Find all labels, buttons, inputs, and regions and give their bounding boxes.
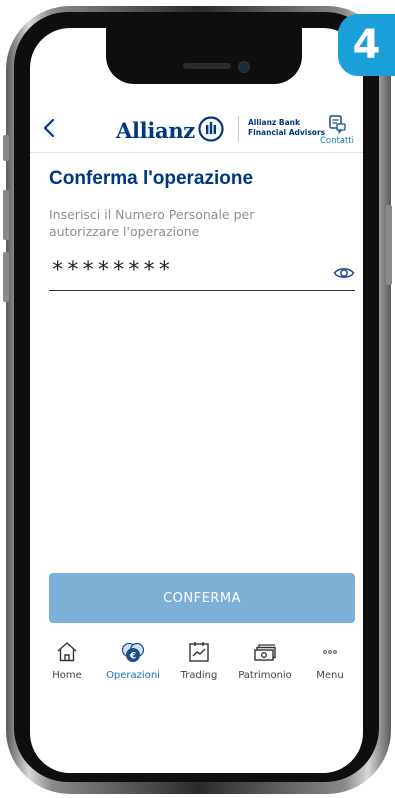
svg-text:€: € xyxy=(129,652,136,662)
wealth-icon xyxy=(254,644,276,661)
sub-brand-line2: Financial Advisors xyxy=(248,128,326,137)
tab-operazioni[interactable]: € Operazioni xyxy=(100,640,166,681)
phone-camera xyxy=(238,61,250,73)
phone-speaker xyxy=(183,63,231,69)
phone-mute-switch xyxy=(3,135,9,161)
contact-label: Contatti xyxy=(319,136,355,146)
tab-label-menu: Menu xyxy=(316,670,344,681)
chat-icon xyxy=(329,115,346,134)
tab-label-home: Home xyxy=(52,670,82,681)
tab-trading[interactable]: Trading xyxy=(166,640,232,681)
app-header: Allianz Allianz Bank Financial Advisors … xyxy=(30,108,363,153)
password-value: ******** xyxy=(51,258,173,283)
confirm-button[interactable]: CONFERMA xyxy=(49,573,355,623)
tab-label-patrimonio: Patrimonio xyxy=(238,670,292,681)
phone-power-button xyxy=(386,205,392,285)
allianz-logo-icon xyxy=(198,116,224,142)
brand-name: Allianz xyxy=(116,118,195,143)
sub-brand: Allianz Bank Financial Advisors xyxy=(248,118,325,138)
back-arrow-icon[interactable] xyxy=(38,116,62,140)
phone-volume-up xyxy=(3,190,9,240)
bottom-tab-bar: Home € Operazioni Trading Patrimonio Men… xyxy=(30,640,363,690)
operations-icon: € xyxy=(121,642,145,662)
tab-patrimonio[interactable]: Patrimonio xyxy=(232,640,298,681)
sub-brand-line1: Allianz Bank xyxy=(248,118,300,127)
contact-button[interactable]: Contatti xyxy=(317,114,357,146)
home-icon xyxy=(57,642,77,662)
tab-label-operazioni: Operazioni xyxy=(106,670,160,681)
phone-volume-down xyxy=(3,252,9,302)
header-divider xyxy=(238,116,239,142)
tab-label-trading: Trading xyxy=(180,670,218,681)
page-title: Conferma l'operazione xyxy=(49,168,254,189)
trading-icon xyxy=(189,642,209,662)
instruction-text: Inserisci il Numero Personale per autori… xyxy=(49,207,255,239)
more-icon xyxy=(323,650,337,654)
eye-icon[interactable] xyxy=(333,262,355,284)
phone-notch xyxy=(106,28,302,84)
tab-menu[interactable]: Menu xyxy=(297,640,363,681)
tab-home[interactable]: Home xyxy=(34,640,100,681)
step-badge: 4 xyxy=(338,14,395,76)
personal-number-field[interactable]: ******** xyxy=(49,258,355,291)
